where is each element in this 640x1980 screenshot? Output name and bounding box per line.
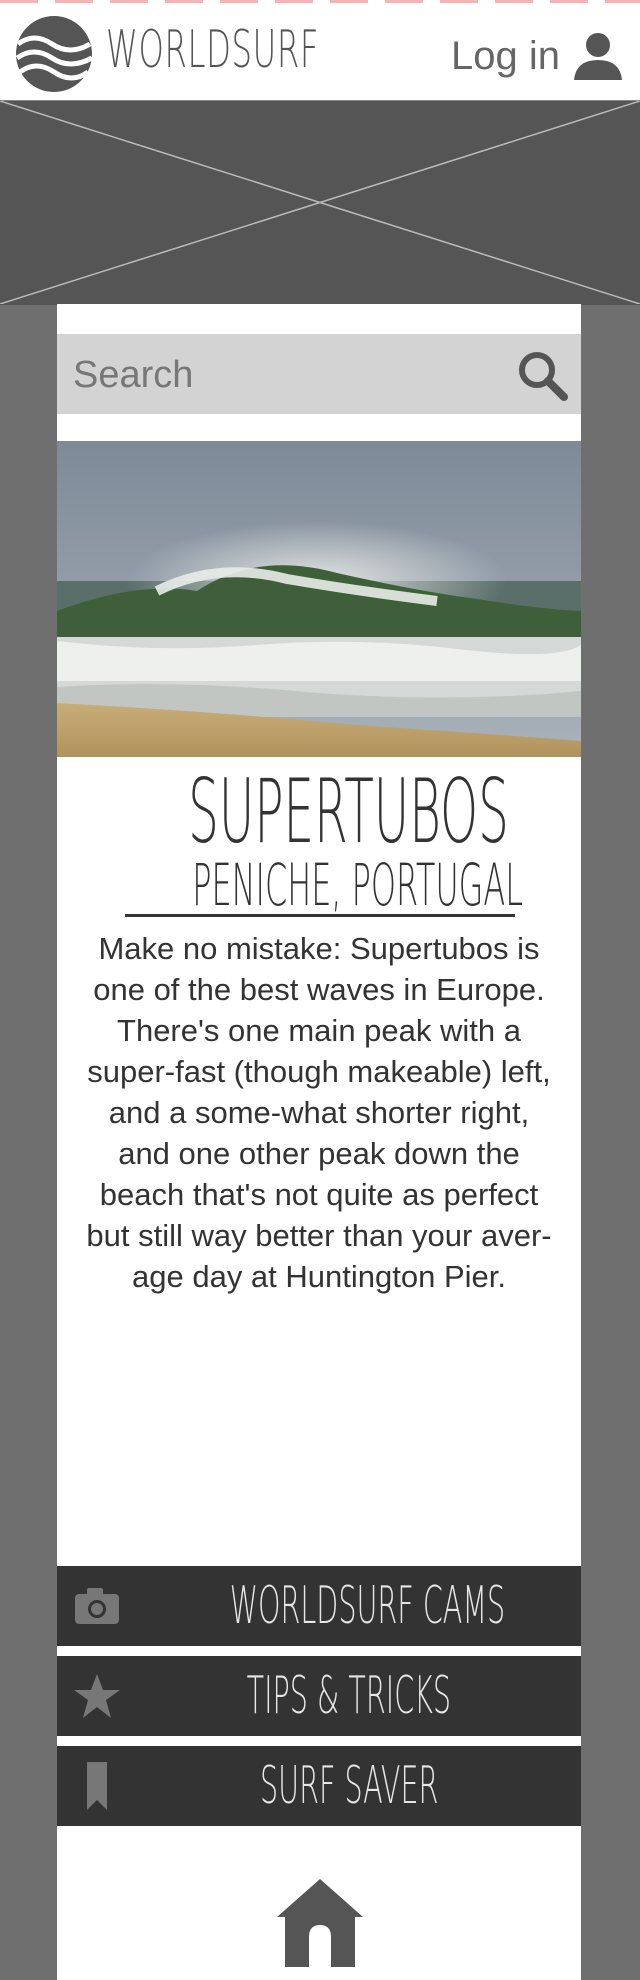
wave-logo-icon[interactable] (14, 14, 94, 94)
login-label: Log in (451, 33, 560, 78)
surf-saver-button[interactable]: SURF SAVER (57, 1746, 581, 1826)
tips-button[interactable]: TIPS & TRICKS (57, 1656, 581, 1736)
app-header: WORLDSURF Log in (0, 0, 640, 100)
star-icon (74, 1674, 120, 1718)
spot-location: PENICHE, PORTUGAL (192, 851, 523, 919)
login-button[interactable]: Log in (451, 26, 624, 86)
menu-label: WORLDSURF CAMS (229, 1576, 506, 1636)
menu-label: TIPS & TRICKS (246, 1666, 452, 1726)
home-icon[interactable] (275, 1877, 365, 1967)
top-dashed-border (0, 0, 640, 3)
menu-label: SURF SAVER (259, 1756, 439, 1816)
search-input[interactable] (71, 350, 495, 400)
main-content: SUPERTUBOS PENICHE, PORTUGAL Make no mis… (57, 304, 581, 1980)
brand-wordmark[interactable]: WORLDSURF (106, 20, 319, 80)
hero-image-placeholder (0, 100, 640, 305)
search-icon[interactable] (515, 348, 569, 402)
spot-title: SUPERTUBOS (188, 760, 509, 863)
title-divider (125, 914, 515, 917)
spot-photo (57, 441, 581, 757)
user-icon (574, 33, 622, 80)
camera-icon (75, 1588, 119, 1624)
bookmark-icon (87, 1762, 107, 1810)
cams-button[interactable]: WORLDSURF CAMS (57, 1566, 581, 1646)
spot-description: Make no mistake: Supertubos is one of th… (86, 931, 552, 1294)
search-bar (57, 334, 581, 414)
